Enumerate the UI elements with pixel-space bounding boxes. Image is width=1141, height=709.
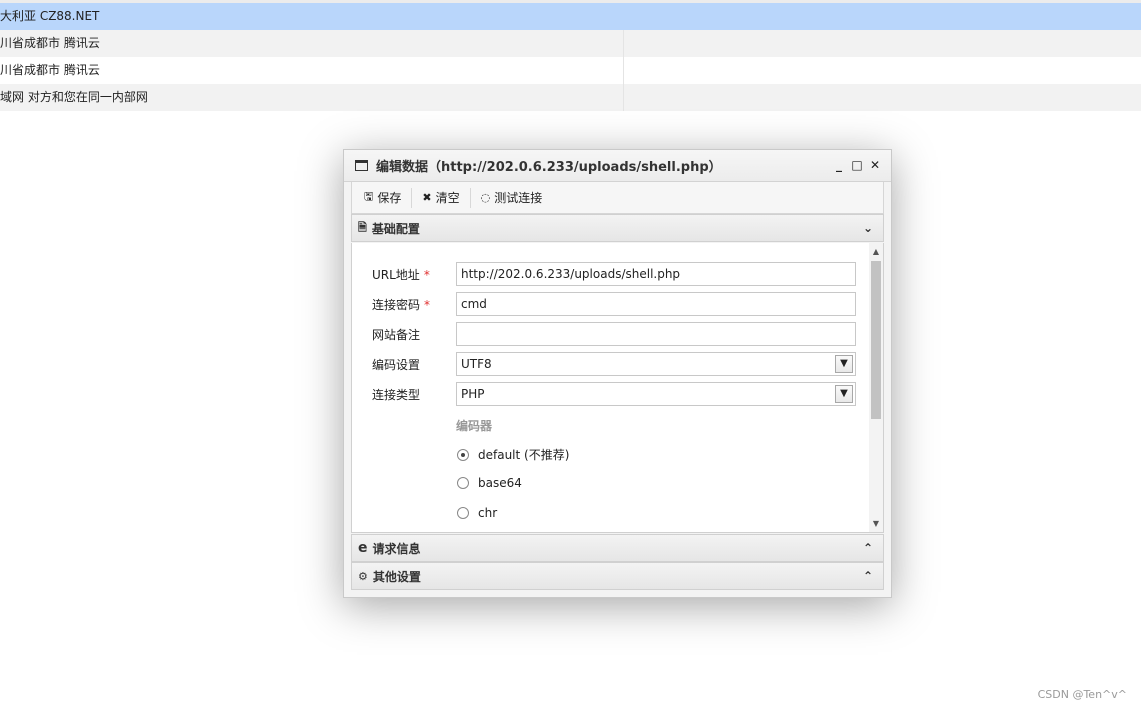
dialog-title: 编辑数据（http://202.0.6.233/uploads/shell.ph… <box>376 160 722 175</box>
url-input[interactable] <box>456 262 856 286</box>
list-row-selected[interactable]: 大利亚 CZ88.NET <box>0 3 1141 30</box>
chevron-up-icon: ⌃ <box>862 569 873 583</box>
encoder-option-label: chr <box>478 506 498 520</box>
spinner-icon: ◌ <box>480 191 491 204</box>
scroll-down-icon[interactable]: ▼ <box>869 517 883 531</box>
basic-config-title: 基础配置 <box>371 221 420 236</box>
encoding-row: 编码设置 UTF8 ▼ <box>352 352 856 376</box>
remark-input[interactable] <box>456 322 856 346</box>
save-icon: 🖫 <box>364 190 374 203</box>
window-icon <box>355 160 368 171</box>
encoder-option-base64[interactable]: base64 <box>457 476 522 490</box>
required-mark: * <box>424 298 431 312</box>
radio[interactable] <box>457 507 469 519</box>
scroll-up-icon[interactable]: ▲ <box>869 245 883 259</box>
encoder-option-label: base64 <box>478 476 522 490</box>
list-cell-location: 川省成都市 腾讯云 <box>0 57 624 84</box>
watermark: CSDN @Ten^v^ <box>1037 688 1127 701</box>
other-settings-title: 其他设置 <box>372 569 421 584</box>
chevron-down-icon: ▼ <box>835 385 853 403</box>
list-row[interactable]: 川省成都市 腾讯云 <box>0 57 1141 84</box>
list-row[interactable]: 域网 对方和您在同一内部网 <box>0 84 1141 111</box>
toolbar-divider <box>411 187 413 208</box>
background-list: 大利亚 CZ88.NET 川省成都市 腾讯云 川省成都市 腾讯云 域网 对方和您… <box>0 0 1141 111</box>
encoder-option-chr[interactable]: chr <box>457 506 497 520</box>
clear-icon: ✖ <box>422 191 432 204</box>
encoding-label: 编码设置 <box>372 358 421 372</box>
required-mark: * <box>423 268 430 282</box>
scroll-thumb[interactable] <box>871 261 881 419</box>
request-info-panel-header[interactable]: e 请求信息 ⌃ <box>351 534 884 562</box>
encoding-value: UTF8 <box>461 357 492 371</box>
request-info-title: 请求信息 <box>372 541 421 556</box>
chevron-down-icon: ▼ <box>835 355 853 373</box>
remark-row: 网站备注 <box>352 322 856 346</box>
radio-selected[interactable] <box>457 448 469 461</box>
password-input[interactable] <box>456 292 856 316</box>
dialog-toolbar: 🖫 保存 ✖ 清空 ◌ 测试连接 <box>351 182 884 214</box>
list-cell-location: 大利亚 CZ88.NET <box>0 3 624 30</box>
type-label: 连接类型 <box>372 388 421 402</box>
other-settings-panel-header[interactable]: ⚙ 其他设置 ⌃ <box>351 562 884 590</box>
encoder-heading: 编码器 <box>456 419 493 433</box>
password-label: 连接密码 * <box>372 296 430 313</box>
password-label-text: 连接密码 <box>372 298 421 312</box>
maximize-button[interactable]: □ <box>851 158 863 172</box>
type-value: PHP <box>461 387 485 401</box>
remark-label: 网站备注 <box>372 328 421 342</box>
list-row[interactable]: 川省成都市 腾讯云 <box>0 30 1141 57</box>
list-cell-empty <box>624 84 1141 111</box>
basic-config-panel-body: URL地址* 连接密码* 网站备注 编码设置 UTF8 ▼ 连接类型 PHP ▼ <box>351 243 884 533</box>
clear-button[interactable]: ✖ 清空 <box>414 187 467 209</box>
gears-icon: ⚙ <box>358 569 368 583</box>
url-label: URL地址 * <box>372 266 430 283</box>
password-row: 连接密码 * <box>352 292 856 316</box>
list-cell-empty <box>624 3 1141 30</box>
list-cell-location: 川省成都市 腾讯云 <box>0 30 624 57</box>
file-icon: 🗎 <box>358 220 367 234</box>
encoder-option-default[interactable]: default (不推荐) <box>457 446 569 463</box>
chevron-up-icon: ⌃ <box>862 541 873 555</box>
test-connection-button[interactable]: ◌ 测试连接 <box>473 187 551 209</box>
minimize-button[interactable]: _ <box>833 158 845 172</box>
toolbar-divider <box>469 187 471 208</box>
radio[interactable] <box>457 477 469 489</box>
encoding-select[interactable]: UTF8 ▼ <box>456 352 856 376</box>
window-controls: _ □ ✕ <box>833 158 881 172</box>
type-row: 连接类型 PHP ▼ <box>352 382 856 406</box>
edit-data-dialog: 编辑数据（http://202.0.6.233/uploads/shell.ph… <box>343 149 892 598</box>
save-label: 保存 <box>377 191 402 205</box>
type-select[interactable]: PHP ▼ <box>456 382 856 406</box>
encoder-option-label: default (不推荐) <box>478 448 570 462</box>
list-cell-location: 域网 对方和您在同一内部网 <box>0 84 624 111</box>
test-connection-label: 测试连接 <box>494 191 543 205</box>
close-button[interactable]: ✕ <box>869 158 881 172</box>
list-cell-empty <box>624 57 1141 84</box>
clear-label: 清空 <box>435 191 460 205</box>
list-cell-empty <box>624 30 1141 57</box>
url-row: URL地址 * <box>352 262 856 286</box>
dialog-titlebar[interactable]: 编辑数据（http://202.0.6.233/uploads/shell.ph… <box>344 150 891 182</box>
panel-scrollbar[interactable]: ▲ ▼ <box>869 243 883 532</box>
save-button[interactable]: 🖫 保存 <box>356 187 409 209</box>
chevron-down-icon: ⌄ <box>862 221 873 235</box>
ie-icon: e <box>358 540 368 556</box>
basic-config-panel-header[interactable]: 🗎 基础配置 ⌄ <box>351 214 884 242</box>
url-label-text: URL地址 <box>372 268 420 282</box>
